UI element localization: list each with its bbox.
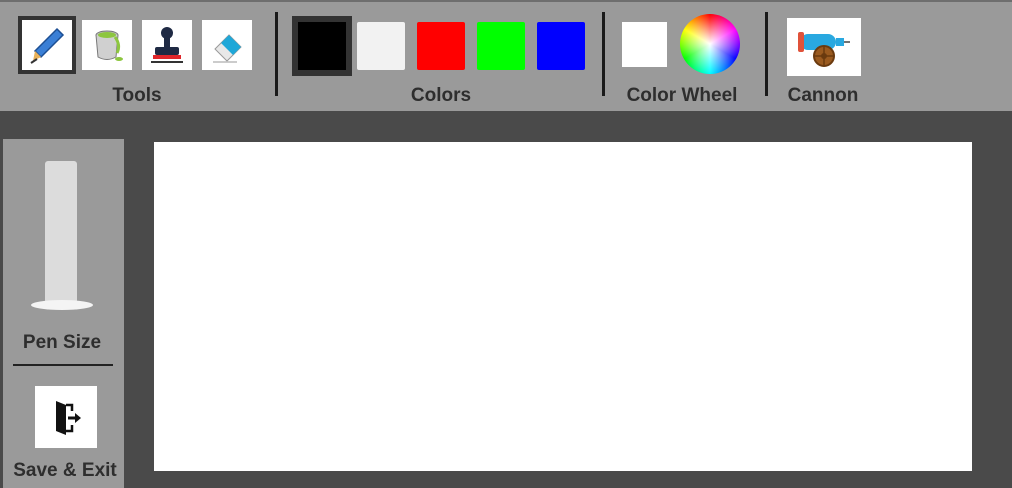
cannon-button[interactable]	[787, 18, 861, 76]
toolbar-separator	[765, 12, 768, 96]
pen-tool-button[interactable]	[18, 16, 76, 74]
stamp-icon	[151, 27, 183, 63]
toolbar-separator	[602, 12, 605, 96]
color-green-swatch[interactable]	[477, 22, 525, 70]
tools-group-label: Tools	[112, 85, 162, 106]
color-red-swatch[interactable]	[417, 22, 465, 70]
paint-bucket-icon	[95, 30, 123, 61]
eraser-tool-button[interactable]	[202, 20, 252, 70]
stamp-tool-button[interactable]	[142, 20, 192, 70]
pen-size-slider[interactable]	[45, 161, 77, 307]
color-wheel-group-label: Color Wheel	[626, 85, 738, 106]
colors-group-label: Colors	[410, 85, 472, 106]
save-exit-button[interactable]	[35, 386, 97, 448]
color-blue-swatch[interactable]	[537, 22, 585, 70]
color-wheel[interactable]	[680, 14, 740, 74]
side-panel-divider	[13, 364, 113, 366]
pen-size-label: Pen Size	[22, 332, 102, 353]
drawing-canvas[interactable]	[154, 142, 972, 471]
color-black-swatch[interactable]	[292, 16, 352, 76]
save-exit-label: Save & Exit	[13, 460, 117, 481]
top-toolbar: Tools Colors Color Wheel Cannon	[0, 0, 1012, 111]
cannon-icon	[798, 32, 850, 67]
current-color-preview	[622, 22, 667, 67]
cannon-group-label: Cannon	[787, 85, 859, 106]
color-white-swatch[interactable]	[357, 22, 405, 70]
side-panel: Pen Size Save & Exit	[3, 139, 124, 488]
paint-bucket-tool-button[interactable]	[82, 20, 132, 70]
toolbar-separator	[275, 12, 278, 96]
pen-icon	[30, 27, 65, 64]
eraser-icon	[213, 34, 242, 63]
exit-door-icon	[56, 401, 81, 435]
pen-size-slider-handle[interactable]	[31, 300, 93, 310]
